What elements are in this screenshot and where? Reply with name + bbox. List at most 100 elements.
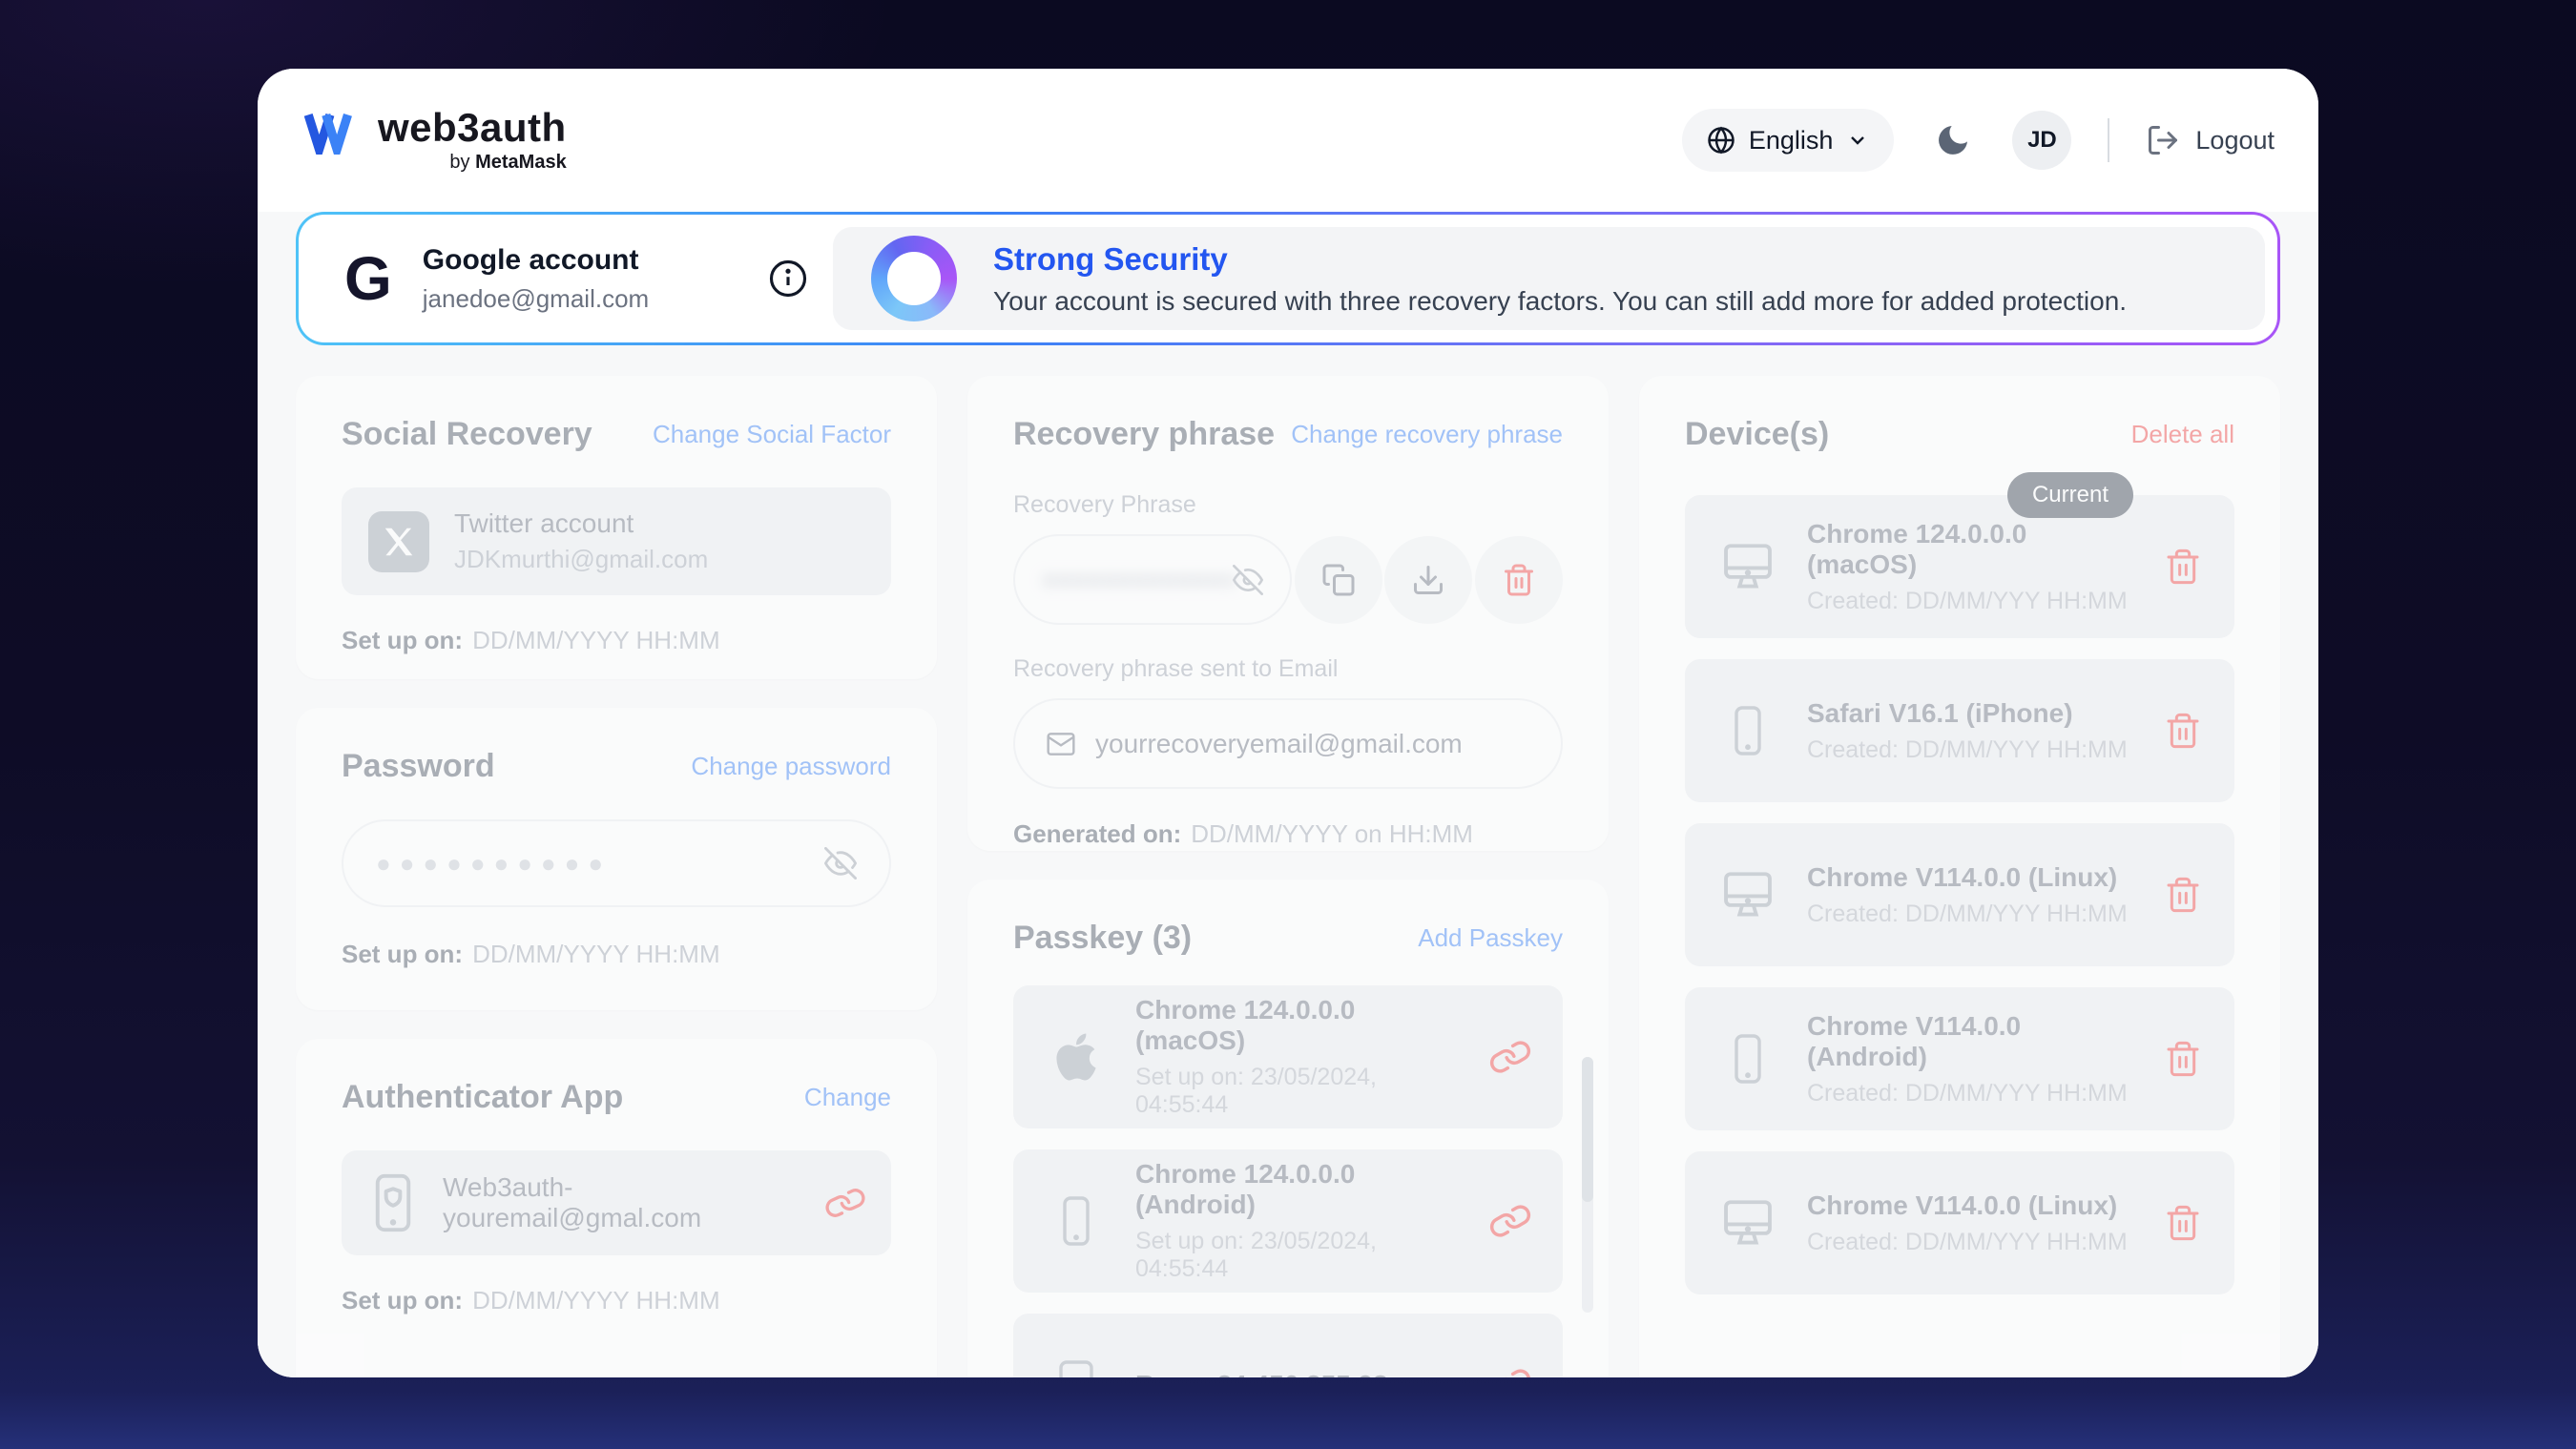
broken-link-icon xyxy=(821,1178,869,1227)
delete-phrase-button[interactable] xyxy=(1475,536,1563,624)
download-icon xyxy=(1411,563,1445,597)
change-recovery-phrase-link[interactable]: Change recovery phrase xyxy=(1291,420,1563,449)
x-twitter-icon xyxy=(368,511,429,572)
recovery-email-label: Recovery phrase sent to Email xyxy=(1013,655,1563,683)
change-social-factor-link[interactable]: Change Social Factor xyxy=(653,420,891,449)
trash-icon xyxy=(2164,548,2202,586)
password-setup-date: Set up on:DD/MM/YYYY HH:MM xyxy=(342,940,891,969)
passkey-title: Passkey (3) xyxy=(1013,920,1192,957)
phrase-generated-date: Generated on:DD/MM/YYYY on HH:MM xyxy=(1013,819,1563,849)
copy-phrase-button[interactable] xyxy=(1295,536,1382,624)
trash-icon xyxy=(1502,563,1536,597)
passkey-list-item: Rome 24.456.355.98 xyxy=(1013,1314,1563,1377)
logout-button[interactable]: Logout xyxy=(2146,123,2275,157)
desktop-icon xyxy=(1720,1195,1776,1251)
recovery-phrase-title: Recovery phrase xyxy=(1013,416,1275,453)
passkey-link-button[interactable] xyxy=(1490,1037,1530,1077)
current-badge: Current xyxy=(2007,472,2133,518)
social-recovery-title: Social Recovery xyxy=(342,416,592,453)
dark-mode-toggle[interactable] xyxy=(1934,121,1972,159)
delete-device-button[interactable] xyxy=(2164,1204,2202,1242)
phone-icon xyxy=(1053,1194,1099,1248)
desktop-icon xyxy=(1720,539,1776,594)
logout-label: Logout xyxy=(2195,126,2275,155)
recovery-phrase-masked: ●●●●●●●●●●●●●● xyxy=(1042,565,1233,594)
account-security-banner: G Google account janedoe@gmail.com Stron… xyxy=(296,212,2280,345)
add-passkey-link[interactable]: Add Passkey xyxy=(1418,923,1563,953)
recovery-phrase-field[interactable]: ●●●●●●●●●●●●●● xyxy=(1013,534,1292,625)
twitter-account-email: JDKmurthi@gmail.com xyxy=(454,545,708,574)
chevron-down-icon xyxy=(1846,129,1869,152)
passkey-link-button[interactable] xyxy=(1490,1365,1530,1377)
device-list-item: Chrome V114.0.0 (Linux) Created: DD/MM/Y… xyxy=(1685,823,2234,966)
passkey-list-item: Chrome 124.0.0.0 (macOS) Set up on: 23/0… xyxy=(1013,985,1563,1128)
globe-icon xyxy=(1707,126,1735,155)
device-list-item: Chrome 124.0.0.0 (macOS) Created: DD/MM/… xyxy=(1685,495,2234,638)
twitter-account-item: Twitter account JDKmurthi@gmail.com xyxy=(342,487,891,595)
unlink-authenticator-button[interactable] xyxy=(826,1184,864,1222)
desktop-icon xyxy=(1720,867,1776,922)
download-phrase-button[interactable] xyxy=(1384,536,1472,624)
trash-icon xyxy=(2164,712,2202,750)
delete-device-button[interactable] xyxy=(2164,1040,2202,1078)
passkey-card: Passkey (3) Add Passkey xyxy=(967,880,1609,1377)
password-card: Password Change password ●●●●●●●●●● Set … xyxy=(296,708,937,1010)
authenticator-item: Web3auth-youremail@gmal.com xyxy=(342,1150,891,1255)
security-status-title: Strong Security xyxy=(993,241,2127,278)
password-field[interactable]: ●●●●●●●●●● xyxy=(342,819,891,907)
page-background: web3auth by MetaMask English JD Logout xyxy=(0,0,2576,1449)
link-icon xyxy=(1485,1360,1534,1377)
factor-cards-grid: Social Recovery Change Social Factor Twi… xyxy=(296,376,2280,1341)
trash-icon xyxy=(2164,1204,2202,1242)
phone-icon xyxy=(1725,702,1771,759)
brand-name: web3auth xyxy=(378,107,567,149)
authenticator-setup-date: Set up on:DD/MM/YYYY HH:MM xyxy=(342,1286,891,1315)
devices-card: Device(s) Delete all xyxy=(1639,376,2280,1377)
web3auth-logo-icon xyxy=(303,111,363,155)
authenticator-phone-icon xyxy=(368,1171,418,1234)
recovery-phrase-card: Recovery phrase Change recovery phrase R… xyxy=(967,376,1609,851)
password-masked-value: ●●●●●●●●●● xyxy=(376,851,612,876)
recovery-email-field[interactable]: yourrecoveryemail@gmail.com xyxy=(1013,698,1563,789)
envelope-icon xyxy=(1046,729,1076,759)
authenticator-title: Authenticator App xyxy=(342,1079,623,1116)
device-list-item: Safari V16.1 (iPhone) Created: DD/MM/YYY… xyxy=(1685,659,2234,802)
eye-off-icon xyxy=(824,847,857,880)
delete-device-button[interactable] xyxy=(2164,876,2202,914)
toggle-password-visibility-button[interactable] xyxy=(824,847,857,880)
account-title: Google account xyxy=(423,244,649,277)
apple-icon xyxy=(1052,1030,1100,1084)
delete-device-button[interactable] xyxy=(2164,548,2202,586)
recovery-email-value: yourrecoveryemail@gmail.com xyxy=(1095,729,1463,759)
passkey-link-button[interactable] xyxy=(1490,1201,1530,1241)
devices-list: Chrome 124.0.0.0 (macOS) Created: DD/MM/… xyxy=(1685,495,2234,1294)
link-icon xyxy=(1485,1196,1534,1245)
device-list-item: Chrome V114.0.0 (Android) Created: DD/MM… xyxy=(1685,987,2234,1130)
trash-icon xyxy=(2164,876,2202,914)
authenticator-email: Web3auth-youremail@gmal.com xyxy=(443,1172,801,1233)
recovery-phrase-label: Recovery Phrase xyxy=(1013,491,1563,519)
google-icon: G xyxy=(344,248,392,309)
moon-icon xyxy=(1934,121,1972,159)
copy-icon xyxy=(1321,563,1356,597)
web3auth-logo: web3auth by MetaMask xyxy=(303,107,567,173)
toggle-phrase-visibility-button[interactable] xyxy=(1233,565,1263,595)
brand-byline: by MetaMask xyxy=(449,152,566,174)
phone-icon xyxy=(1725,1030,1771,1087)
language-label: English xyxy=(1749,126,1834,155)
change-authenticator-link[interactable]: Change xyxy=(804,1083,891,1112)
passkey-scrollbar-thumb[interactable] xyxy=(1582,1057,1593,1202)
social-setup-date: Set up on:DD/MM/YYYY HH:MM xyxy=(342,626,891,655)
device-list-item: Chrome V114.0.0 (Linux) Created: DD/MM/Y… xyxy=(1685,1151,2234,1294)
change-password-link[interactable]: Change password xyxy=(691,752,891,781)
devices-title: Device(s) xyxy=(1685,416,1829,453)
account-info-button[interactable] xyxy=(768,259,808,299)
language-selector[interactable]: English xyxy=(1682,109,1895,172)
header-divider xyxy=(2108,118,2109,162)
delete-all-devices-link[interactable]: Delete all xyxy=(2131,420,2234,449)
delete-device-button[interactable] xyxy=(2164,712,2202,750)
authenticator-card: Authenticator App Change Web3auth-yourem… xyxy=(296,1039,937,1377)
tablet-icon xyxy=(1051,1358,1101,1377)
user-avatar[interactable]: JD xyxy=(2012,111,2071,170)
twitter-account-label: Twitter account xyxy=(454,508,708,539)
